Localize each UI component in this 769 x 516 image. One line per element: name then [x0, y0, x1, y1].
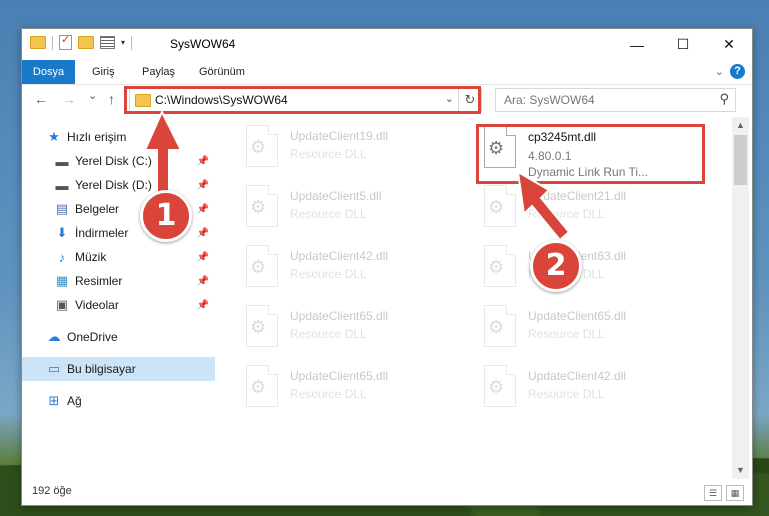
- step-2-badge: 2: [530, 240, 582, 292]
- annotation-arrows: [143, 109, 571, 242]
- arrow-up-icon: [143, 109, 183, 201]
- step-1-badge: 1: [140, 190, 192, 242]
- arrow-diagonal-icon: [516, 170, 571, 242]
